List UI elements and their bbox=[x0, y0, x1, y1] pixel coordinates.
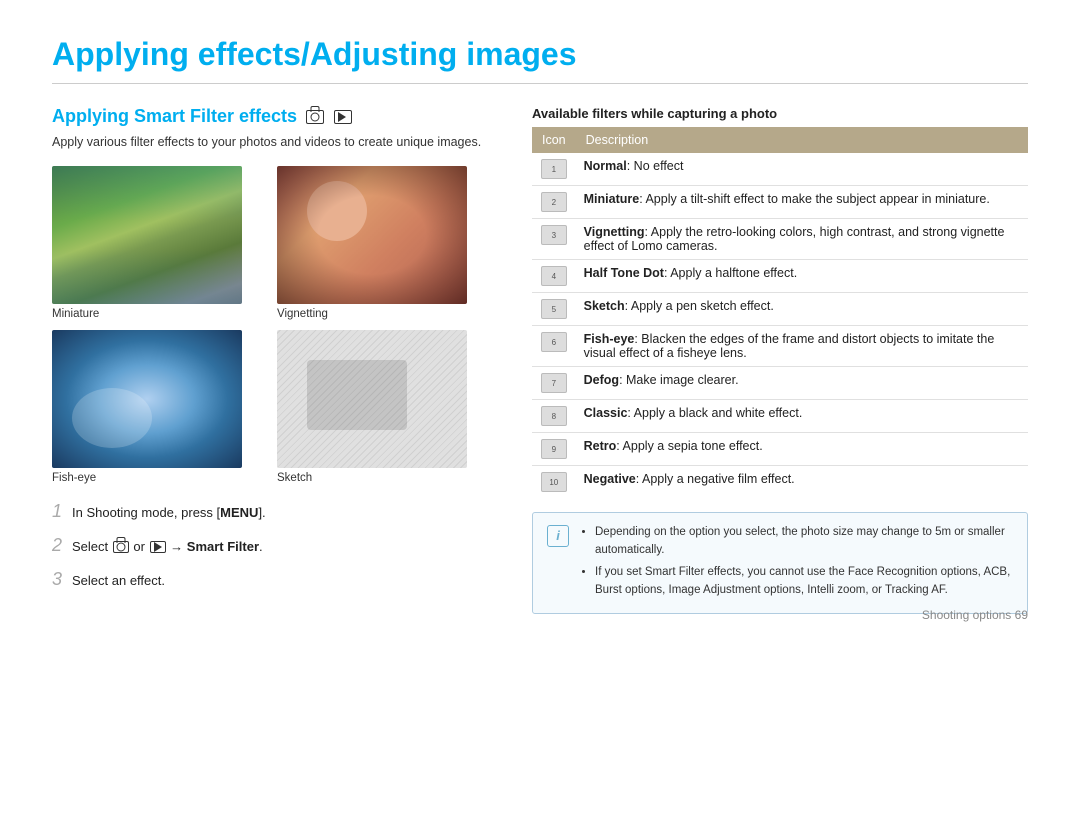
note-icon: i bbox=[547, 525, 569, 547]
filter-table: Icon Description 1 Normal: No effect 2 M… bbox=[532, 127, 1028, 498]
table-row: 7 Defog: Make image clearer. bbox=[532, 367, 1028, 400]
filter-desc-cell: Vignetting: Apply the retro-looking colo… bbox=[576, 219, 1028, 260]
filter-icon: 6 bbox=[541, 332, 567, 352]
step-1: 1 In Shooting mode, press [MENU]. bbox=[52, 498, 492, 525]
image-cell-vignetting: Vignetting bbox=[277, 166, 492, 320]
filter-icon-cell: 3 bbox=[532, 219, 576, 260]
filter-desc-cell: Half Tone Dot: Apply a halftone effect. bbox=[576, 260, 1028, 293]
filter-icon-cell: 2 bbox=[532, 186, 576, 219]
filter-icon-cell: 9 bbox=[532, 433, 576, 466]
note-text: Depending on the option you select, the … bbox=[579, 523, 1013, 603]
photo-miniature bbox=[52, 166, 242, 304]
table-row: 9 Retro: Apply a sepia tone effect. bbox=[532, 433, 1028, 466]
filter-icon: 4 bbox=[541, 266, 567, 286]
filter-desc-cell: Classic: Apply a black and white effect. bbox=[576, 400, 1028, 433]
movie-icon bbox=[334, 110, 352, 124]
steps-list: 1 In Shooting mode, press [MENU]. 2 Sele… bbox=[52, 498, 492, 593]
table-header-row: Icon Description bbox=[532, 127, 1028, 153]
photo-label-fisheye: Fish-eye bbox=[52, 472, 96, 484]
left-column: Applying Smart Filter effects Apply vari… bbox=[52, 106, 492, 614]
filter-icon: 8 bbox=[541, 406, 567, 426]
page-title: Applying effects/Adjusting images bbox=[52, 36, 1028, 84]
filter-icon-cell: 4 bbox=[532, 260, 576, 293]
filter-desc-cell: Normal: No effect bbox=[576, 153, 1028, 186]
right-column: Available filters while capturing a phot… bbox=[532, 106, 1028, 614]
note-bullet: Depending on the option you select, the … bbox=[595, 523, 1013, 560]
table-row: 3 Vignetting: Apply the retro-looking co… bbox=[532, 219, 1028, 260]
table-row: 4 Half Tone Dot: Apply a halftone effect… bbox=[532, 260, 1028, 293]
section-description: Apply various filter effects to your pho… bbox=[52, 133, 492, 152]
camera-icon bbox=[306, 110, 324, 124]
filter-icon-cell: 8 bbox=[532, 400, 576, 433]
filter-icon-cell: 5 bbox=[532, 293, 576, 326]
photo-sketch bbox=[277, 330, 467, 468]
photo-label-miniature: Miniature bbox=[52, 308, 99, 320]
filter-icon: 7 bbox=[541, 373, 567, 393]
table-row: 6 Fish-eye: Blacken the edges of the fra… bbox=[532, 326, 1028, 367]
filter-icon-cell: 1 bbox=[532, 153, 576, 186]
filter-desc-cell: Negative: Apply a negative film effect. bbox=[576, 466, 1028, 499]
filter-icon: 10 bbox=[541, 472, 567, 492]
filter-desc-cell: Miniature: Apply a tilt-shift effect to … bbox=[576, 186, 1028, 219]
filter-icon: 9 bbox=[541, 439, 567, 459]
image-cell-sketch: Sketch bbox=[277, 330, 492, 484]
col-icon: Icon bbox=[532, 127, 576, 153]
section-title: Applying Smart Filter effects bbox=[52, 106, 492, 127]
photo-vignetting bbox=[277, 166, 467, 304]
filter-icon-cell: 7 bbox=[532, 367, 576, 400]
filter-icon: 1 bbox=[541, 159, 567, 179]
table-row: 1 Normal: No effect bbox=[532, 153, 1028, 186]
sample-images-grid: Miniature Vignetting Fish-eye Sketch bbox=[52, 166, 492, 484]
photo-label-vignetting: Vignetting bbox=[277, 308, 328, 320]
filter-icon: 5 bbox=[541, 299, 567, 319]
filter-icon: 2 bbox=[541, 192, 567, 212]
table-row: 10 Negative: Apply a negative film effec… bbox=[532, 466, 1028, 499]
photo-label-sketch: Sketch bbox=[277, 472, 312, 484]
photo-fisheye bbox=[52, 330, 242, 468]
image-cell-fisheye: Fish-eye bbox=[52, 330, 267, 484]
filter-table-title: Available filters while capturing a phot… bbox=[532, 106, 1028, 121]
note-bullet: If you set Smart Filter effects, you can… bbox=[595, 563, 1013, 600]
table-row: 5 Sketch: Apply a pen sketch effect. bbox=[532, 293, 1028, 326]
image-cell-miniature: Miniature bbox=[52, 166, 267, 320]
filter-desc-cell: Fish-eye: Blacken the edges of the frame… bbox=[576, 326, 1028, 367]
footer-page-number: Shooting options 69 bbox=[922, 608, 1028, 622]
filter-desc-cell: Defog: Make image clearer. bbox=[576, 367, 1028, 400]
table-row: 2 Miniature: Apply a tilt-shift effect t… bbox=[532, 186, 1028, 219]
filter-icon-cell: 10 bbox=[532, 466, 576, 499]
note-box: i Depending on the option you select, th… bbox=[532, 512, 1028, 614]
filter-desc-cell: Sketch: Apply a pen sketch effect. bbox=[576, 293, 1028, 326]
table-row: 8 Classic: Apply a black and white effec… bbox=[532, 400, 1028, 433]
step-2: 2 Select or → Smart Filter. bbox=[52, 532, 492, 559]
filter-icon: 3 bbox=[541, 225, 567, 245]
step-3: 3 Select an effect. bbox=[52, 566, 492, 593]
col-description: Description bbox=[576, 127, 1028, 153]
filter-desc-cell: Retro: Apply a sepia tone effect. bbox=[576, 433, 1028, 466]
filter-icon-cell: 6 bbox=[532, 326, 576, 367]
